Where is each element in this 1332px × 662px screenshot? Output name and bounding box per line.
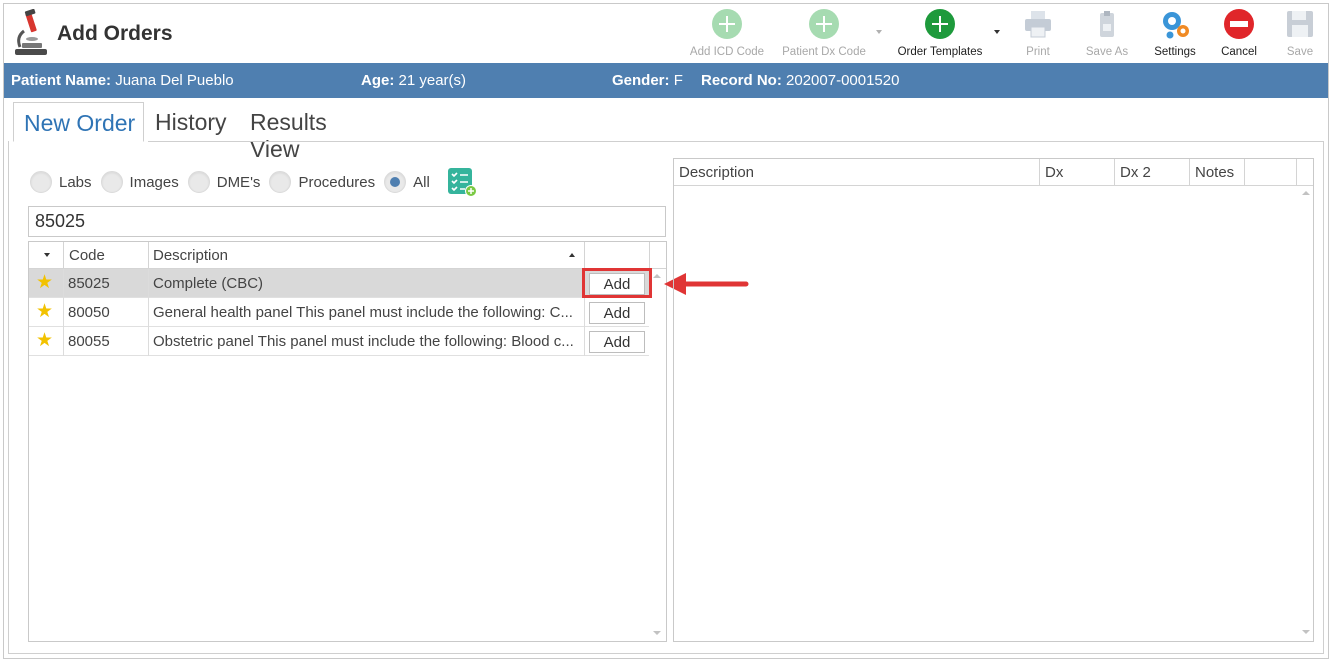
tab-new-order[interactable]: New Order xyxy=(13,102,144,142)
code-results-grid: Code Description ★ 85025 Complete (CBC) … xyxy=(28,241,667,642)
tab-bar: New Order History Results View xyxy=(8,98,1324,162)
floppy-disk-icon xyxy=(1284,8,1316,40)
row-description: General health panel This panel must inc… xyxy=(149,298,585,327)
add-orders-window: Add Orders Add ICD Code Patient Dx Code … xyxy=(3,3,1329,659)
clipboard-icon xyxy=(1091,8,1123,40)
annotation-highlight-box xyxy=(582,268,652,298)
checklist-add-icon[interactable] xyxy=(447,167,477,197)
scroll-up-icon[interactable] xyxy=(653,274,661,278)
description-column-header[interactable]: Description xyxy=(149,242,585,269)
row-code: 85025 xyxy=(64,269,149,298)
save-as-button[interactable]: Save As xyxy=(1081,8,1133,62)
cancel-button[interactable]: Cancel xyxy=(1214,8,1264,62)
add-order-button[interactable]: Add xyxy=(589,302,645,324)
print-button[interactable]: Print xyxy=(1016,8,1060,62)
add-order-button[interactable]: Add xyxy=(589,331,645,353)
sort-ascending-icon xyxy=(569,253,575,257)
settings-button[interactable]: Settings xyxy=(1149,8,1201,62)
patient-dx-dropdown-icon[interactable] xyxy=(876,30,882,34)
action-column-header xyxy=(585,242,650,269)
extra-column-header xyxy=(1245,159,1297,186)
patient-gender: Gender: F xyxy=(612,72,683,89)
page-title: Add Orders xyxy=(57,22,173,45)
selected-orders-grid: Description Dx Dx 2 Notes xyxy=(673,158,1314,642)
printer-icon xyxy=(1022,8,1054,40)
favorite-star-icon[interactable]: ★ xyxy=(29,298,64,327)
radio-images[interactable]: Images xyxy=(100,171,179,193)
description-column-header[interactable]: Description xyxy=(674,159,1040,186)
vertical-scrollbar[interactable] xyxy=(1297,186,1313,641)
code-search-input[interactable] xyxy=(28,206,666,237)
radio-dmes[interactable]: DME's xyxy=(187,171,260,193)
radio-labs[interactable]: Labs xyxy=(30,171,92,193)
vertical-scrollbar[interactable] xyxy=(648,269,666,641)
favorite-star-icon[interactable]: ★ xyxy=(29,327,64,356)
order-type-filter: Labs Images DME's Procedures All xyxy=(30,167,477,197)
scroll-down-icon[interactable] xyxy=(653,631,661,635)
plus-circle-icon xyxy=(808,8,840,40)
order-templates-dropdown-icon[interactable] xyxy=(994,30,1000,34)
notes-column-header[interactable]: Notes xyxy=(1190,159,1245,186)
plus-circle-icon xyxy=(711,8,743,40)
radio-button-icon xyxy=(100,171,123,193)
table-row[interactable]: ★ 80050 General health panel This panel … xyxy=(29,298,649,327)
radio-button-selected-icon xyxy=(384,171,407,193)
filter-column-header[interactable] xyxy=(29,242,64,269)
gear-icon xyxy=(1159,8,1191,40)
row-description: Obstetric panel This panel must include … xyxy=(149,327,585,356)
save-button[interactable]: Save xyxy=(1278,8,1322,62)
plus-circle-icon xyxy=(924,8,956,40)
patient-name: Patient Name: Juana Del Pueblo xyxy=(11,72,234,89)
table-row[interactable]: ★ 85025 Complete (CBC) Add xyxy=(29,269,649,298)
patient-age: Age: 21 year(s) xyxy=(361,72,467,89)
radio-button-icon xyxy=(30,171,52,193)
microscope-icon xyxy=(15,9,47,55)
table-row[interactable]: ★ 80055 Obstetric panel This panel must … xyxy=(29,327,649,356)
dx2-column-header[interactable]: Dx 2 xyxy=(1115,159,1190,186)
scroll-up-icon[interactable] xyxy=(1302,191,1310,195)
favorite-star-icon[interactable]: ★ xyxy=(29,269,64,298)
radio-all[interactable]: All xyxy=(384,171,430,193)
radio-procedures[interactable]: Procedures xyxy=(269,171,375,193)
row-description: Complete (CBC) xyxy=(149,269,585,298)
grid-header: Description Dx Dx 2 Notes xyxy=(674,159,1313,186)
order-templates-button[interactable]: Order Templates xyxy=(890,8,990,62)
grid-header: Code Description xyxy=(29,242,666,269)
patient-record-number: Record No: 202007-0001520 xyxy=(701,72,900,89)
code-column-header[interactable]: Code xyxy=(64,242,149,269)
no-entry-icon xyxy=(1223,8,1255,40)
tab-history[interactable]: History xyxy=(155,102,235,142)
title-bar: Add Orders Add ICD Code Patient Dx Code … xyxy=(4,4,1328,63)
radio-button-icon xyxy=(269,171,292,193)
add-icd-code-button[interactable]: Add ICD Code xyxy=(687,8,767,62)
row-code: 80050 xyxy=(64,298,149,327)
patient-banner: Patient Name: Juana Del Pueblo Age: 21 y… xyxy=(4,63,1328,98)
scroll-down-icon[interactable] xyxy=(1302,630,1310,634)
radio-button-icon xyxy=(187,171,210,193)
tab-results-view[interactable]: Results View xyxy=(250,102,380,162)
row-code: 80055 xyxy=(64,327,149,356)
patient-dx-code-button[interactable]: Patient Dx Code xyxy=(778,8,870,62)
dropdown-icon xyxy=(44,253,50,257)
dx-column-header[interactable]: Dx xyxy=(1040,159,1115,186)
